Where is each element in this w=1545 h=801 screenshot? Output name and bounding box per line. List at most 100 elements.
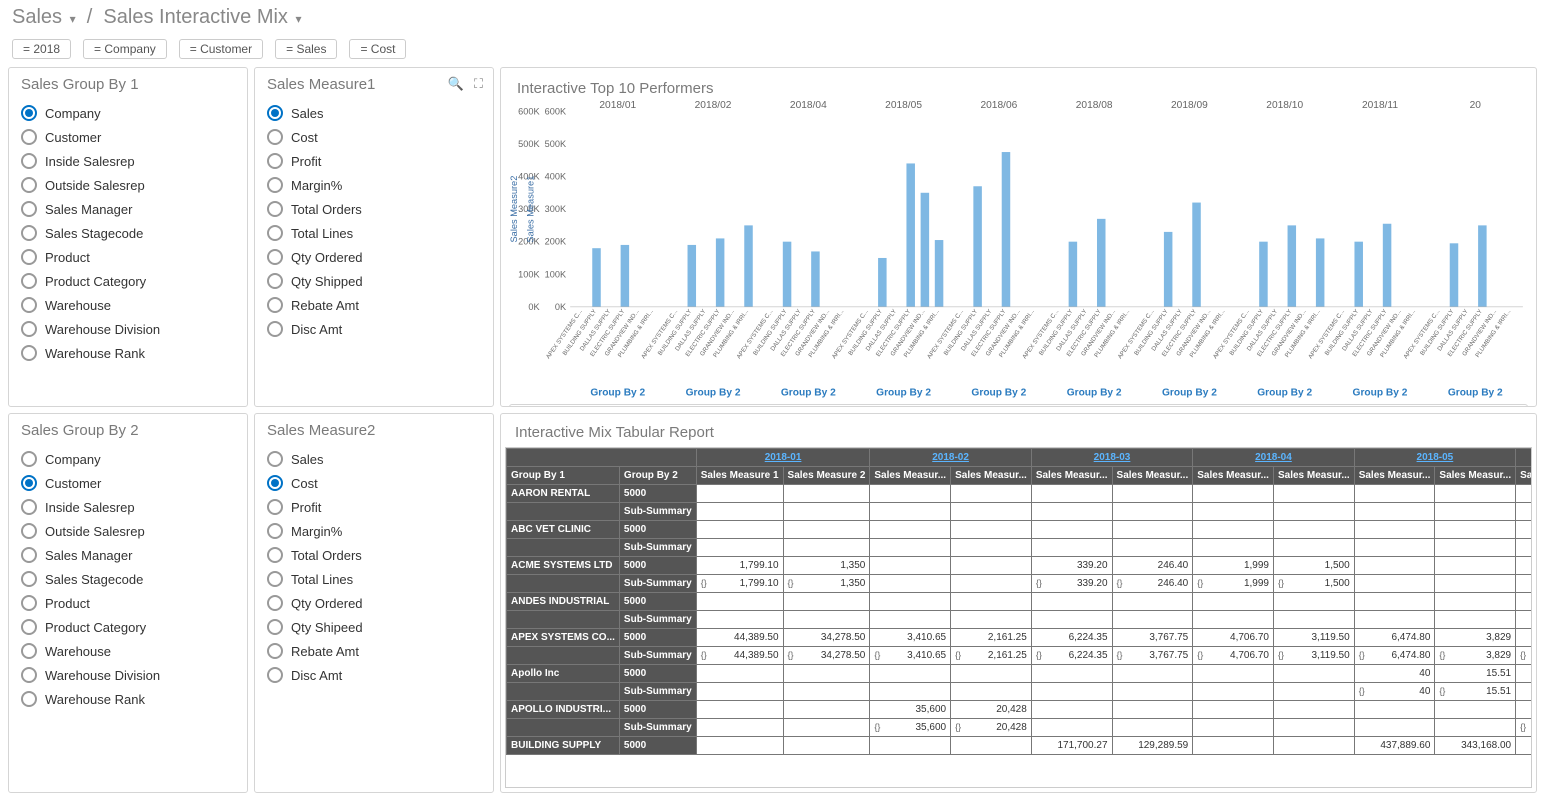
radio-option[interactable]: Cost: [267, 125, 481, 149]
radio-option[interactable]: Company: [21, 101, 235, 125]
radio-option[interactable]: Customer: [21, 125, 235, 149]
svg-text:Group By 2: Group By 2: [876, 387, 931, 398]
svg-text:2018/10: 2018/10: [1266, 101, 1303, 111]
radio-option[interactable]: Sales Stagecode: [21, 567, 235, 591]
filter-pill[interactable]: = 2018: [12, 39, 71, 59]
table-scroll[interactable]: 2018-012018-022018-032018-042018-052018-…: [505, 447, 1532, 788]
radio-option[interactable]: Qty Ordered: [267, 245, 481, 269]
svg-text:600K: 600K: [518, 106, 540, 116]
chart-panel: Interactive Top 10 Performers 0K0K100K10…: [500, 67, 1537, 407]
radio-option[interactable]: Sales Manager: [21, 197, 235, 221]
radio-option[interactable]: Product: [21, 245, 235, 269]
panel-measure1: 🔍 ⛶ Sales Measure1 SalesCostProfitMargin…: [254, 67, 494, 407]
panel-group2: Sales Group By 2 CompanyCustomerInside S…: [8, 413, 248, 793]
radio-option[interactable]: Product: [21, 591, 235, 615]
svg-text:Group By 2: Group By 2: [686, 387, 741, 398]
radio-option[interactable]: Total Lines: [267, 221, 481, 245]
breadcrumb-level1[interactable]: Sales: [12, 6, 76, 28]
svg-text:600K: 600K: [545, 106, 567, 116]
filter-pill[interactable]: = Customer: [179, 39, 263, 59]
svg-text:500K: 500K: [518, 139, 540, 149]
breadcrumb: Sales / Sales Interactive Mix: [0, 0, 1545, 35]
radio-option[interactable]: Cost: [267, 471, 481, 495]
table-title: Interactive Mix Tabular Report: [515, 424, 1522, 441]
radio-option[interactable]: Sales Stagecode: [21, 221, 235, 245]
svg-text:Group By 2: Group By 2: [971, 387, 1026, 398]
svg-text:400K: 400K: [545, 172, 567, 182]
svg-text:Sales Measure1: Sales Measure1: [525, 176, 535, 243]
radio-option[interactable]: Customer: [21, 471, 235, 495]
radio-option[interactable]: Product Category: [21, 269, 235, 293]
svg-text:500K: 500K: [545, 139, 567, 149]
svg-text:100K: 100K: [518, 269, 540, 279]
panel-title: Sales Measure2: [267, 422, 481, 439]
svg-text:Group By 2: Group By 2: [1067, 387, 1122, 398]
radio-option[interactable]: Sales: [267, 101, 481, 125]
radio-option[interactable]: Warehouse: [21, 293, 235, 317]
radio-option[interactable]: Disc Amt: [267, 663, 481, 687]
svg-text:2018/01: 2018/01: [599, 101, 636, 111]
svg-text:300K: 300K: [545, 204, 567, 214]
svg-text:0K: 0K: [555, 302, 567, 312]
radio-option[interactable]: Sales: [267, 447, 481, 471]
filter-row: = 2018 = Company = Customer = Sales = Cost: [0, 35, 1545, 67]
period-header[interactable]: 2018-03: [1031, 449, 1192, 467]
radio-option[interactable]: Inside Salesrep: [21, 495, 235, 519]
svg-text:2018/11: 2018/11: [1362, 101, 1398, 111]
radio-option[interactable]: Margin%: [267, 519, 481, 543]
svg-text:Group By 2: Group By 2: [1257, 387, 1312, 398]
radio-option[interactable]: Qty Shipped: [267, 269, 481, 293]
svg-text:Group By 2: Group By 2: [590, 387, 645, 398]
radio-option[interactable]: Rebate Amt: [267, 639, 481, 663]
radio-option[interactable]: Total Orders: [267, 543, 481, 567]
svg-text:100K: 100K: [545, 269, 567, 279]
radio-option[interactable]: Inside Salesrep: [21, 149, 235, 173]
svg-text:Group By 2: Group By 2: [781, 387, 836, 398]
panel-measure2: Sales Measure2 SalesCostProfitMargin%Tot…: [254, 413, 494, 793]
period-header[interactable]: 2018-01: [696, 449, 870, 467]
radio-option[interactable]: Total Orders: [267, 197, 481, 221]
radio-option[interactable]: Profit: [267, 495, 481, 519]
svg-text:2018/05: 2018/05: [885, 101, 922, 111]
panel-title: Sales Group By 2: [21, 422, 235, 439]
period-header[interactable]: 2018-02: [870, 449, 1031, 467]
period-header[interactable]: 2018-06: [1516, 449, 1532, 467]
radio-option[interactable]: Warehouse Division: [21, 663, 235, 687]
radio-option[interactable]: Disc Amt: [267, 317, 481, 341]
svg-text:20: 20: [1470, 101, 1482, 111]
radio-option[interactable]: Product Category: [21, 615, 235, 639]
radio-option[interactable]: Qty Shipeed: [267, 615, 481, 639]
report-table: 2018-012018-022018-032018-042018-052018-…: [506, 448, 1532, 755]
period-header[interactable]: 2018-04: [1193, 449, 1354, 467]
svg-text:2018/06: 2018/06: [980, 101, 1017, 111]
radio-option[interactable]: Profit: [267, 149, 481, 173]
radio-option[interactable]: Margin%: [267, 173, 481, 197]
radio-option[interactable]: Warehouse Rank: [21, 341, 235, 365]
breadcrumb-level2[interactable]: Sales Interactive Mix: [103, 6, 301, 28]
panel-title: Sales Group By 1: [21, 76, 235, 93]
svg-text:2018/08: 2018/08: [1076, 101, 1113, 111]
svg-text:Group By 2: Group By 2: [1353, 387, 1408, 398]
svg-text:2018/04: 2018/04: [790, 101, 827, 111]
svg-text:Group By 2: Group By 2: [1162, 387, 1217, 398]
expand-icon[interactable]: ⛶: [474, 76, 483, 92]
radio-option[interactable]: Outside Salesrep: [21, 519, 235, 543]
svg-text:2018/09: 2018/09: [1171, 101, 1208, 111]
radio-option[interactable]: Warehouse Rank: [21, 687, 235, 711]
period-header[interactable]: 2018-05: [1354, 449, 1515, 467]
svg-text:2018/02: 2018/02: [695, 101, 732, 111]
radio-option[interactable]: Company: [21, 447, 235, 471]
radio-option[interactable]: Qty Ordered: [267, 591, 481, 615]
radio-option[interactable]: Outside Salesrep: [21, 173, 235, 197]
radio-option[interactable]: Total Lines: [267, 567, 481, 591]
radio-option[interactable]: Rebate Amt: [267, 293, 481, 317]
radio-option[interactable]: Warehouse Division: [21, 317, 235, 341]
filter-pill[interactable]: = Company: [83, 39, 167, 59]
svg-text:Sales Measure2: Sales Measure2: [509, 176, 519, 243]
svg-text:0K: 0K: [528, 302, 540, 312]
radio-option[interactable]: Warehouse: [21, 639, 235, 663]
filter-pill[interactable]: = Sales: [275, 39, 337, 59]
search-icon[interactable]: 🔍: [448, 76, 464, 92]
filter-pill[interactable]: = Cost: [349, 39, 406, 59]
radio-option[interactable]: Sales Manager: [21, 543, 235, 567]
